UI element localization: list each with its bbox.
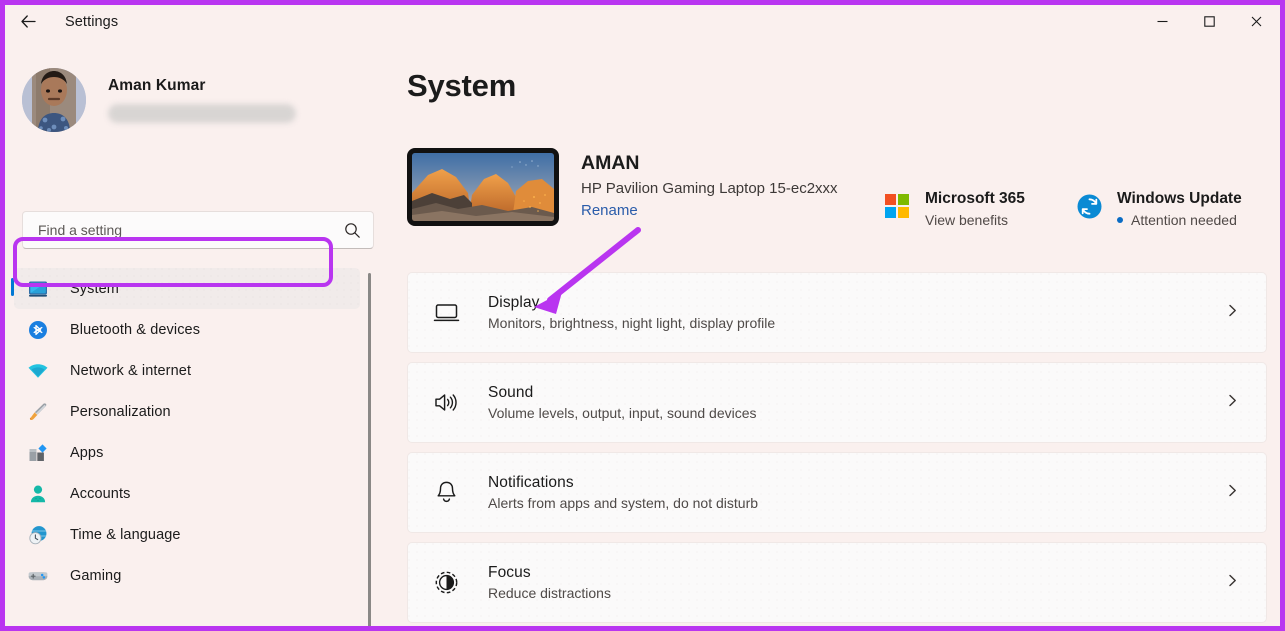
microsoft-365-widget[interactable]: Microsoft 365 View benefits [883,190,1025,228]
sidebar-item-apps[interactable]: Apps [14,432,360,473]
card-title: Notifications [488,474,574,491]
card-subtitle: Alerts from apps and system, do not dist… [488,495,759,511]
speaker-icon [431,388,461,418]
device-info: AMAN HP Pavilion Gaming Laptop 15-ec2xxx… [581,148,838,220]
windows-update-widget[interactable]: Windows Update Attention needed [1075,190,1242,228]
chevron-right-icon[interactable] [1225,573,1240,593]
minimize-icon [1157,20,1168,23]
sidebar-item-label: Personalization [70,403,171,420]
back-button[interactable] [5,5,51,38]
widget-subtitle-row: Attention needed [1117,212,1242,228]
widget-subtitle: Attention needed [1131,212,1237,228]
rename-link[interactable]: Rename [581,202,638,219]
search-icon[interactable] [344,222,361,239]
card-subtitle: Monitors, brightness, night light, displ… [488,315,776,331]
sync-refresh-icon [1075,192,1103,220]
page-title: System [407,68,517,103]
card-text: Sound Volume levels, output, input, soun… [488,384,757,421]
profile-email-redacted [108,104,296,123]
sidebar-item-label: Apps [70,444,104,461]
widget-title: Windows Update [1117,190,1242,207]
settings-card-display[interactable]: Display Monitors, brightness, night ligh… [407,272,1267,353]
avatar-photo-icon [22,68,86,132]
main-content: System AMAN HP Pavilion Gaming Laptop 15… [380,38,1280,626]
sidebar-item-personalization[interactable]: Personalization [14,391,360,432]
card-text: Notifications Alerts from apps and syste… [488,474,758,511]
sidebar-item-label: System [70,280,119,297]
bell-icon [431,478,461,508]
paintbrush-icon [26,400,50,424]
bluetooth-icon [26,318,50,342]
user-profile[interactable]: Aman Kumar [22,68,296,132]
windows-update-text: Windows Update Attention needed [1117,190,1242,228]
card-title: Focus [488,564,531,581]
close-button[interactable] [1233,5,1280,38]
device-model: HP Pavilion Gaming Laptop 15-ec2xxx [581,180,838,197]
focus-moon-icon [431,568,461,598]
device-name: AMAN [581,152,640,174]
back-arrow-icon [20,15,36,28]
avatar [22,68,86,132]
sidebar: Aman Kumar Syst [5,38,380,626]
person-icon [26,482,50,506]
search-box[interactable] [22,211,374,249]
title-bar: Settings [5,5,1280,38]
maximize-icon [1204,16,1215,27]
chevron-right-icon[interactable] [1225,303,1240,323]
wifi-icon [26,359,50,383]
gamepad-icon [26,564,50,588]
card-title: Sound [488,384,534,401]
sidebar-item-network-internet[interactable]: Network & internet [14,350,360,391]
settings-card-focus[interactable]: Focus Reduce distractions [407,542,1267,623]
sidebar-item-gaming[interactable]: Gaming [14,555,360,596]
sidebar-item-label: Accounts [70,485,131,502]
settings-card-sound[interactable]: Sound Volume levels, output, input, soun… [407,362,1267,443]
sidebar-scrollbar[interactable] [368,273,371,626]
search-input[interactable] [38,222,344,238]
apps-icon [26,441,50,465]
clock-globe-icon [26,523,50,547]
sidebar-item-label: Network & internet [70,362,192,379]
microsoft-logo-icon [883,192,911,220]
settings-window: Settings Aman Kumar Find a setting Syste… [5,5,1280,626]
attention-dot-icon [1117,217,1123,223]
sidebar-item-time-language[interactable]: Time & language [14,514,360,555]
system-monitor-icon [26,277,50,301]
settings-card-list: Display Monitors, brightness, night ligh… [407,272,1267,626]
profile-text: Aman Kumar [108,77,296,123]
microsoft-365-text: Microsoft 365 View benefits [925,190,1025,228]
sidebar-item-label: Gaming [70,567,122,584]
card-title: Display [488,294,540,311]
window-controls [1139,5,1280,38]
settings-card-notifications[interactable]: Notifications Alerts from apps and syste… [407,452,1267,533]
card-subtitle: Reduce distractions [488,585,611,601]
widget-subtitle: View benefits [925,212,1009,228]
card-subtitle: Volume levels, output, input, sound devi… [488,405,757,421]
widget-title: Microsoft 365 [925,190,1025,207]
profile-name: Aman Kumar [108,77,206,94]
sidebar-item-accounts[interactable]: Accounts [14,473,360,514]
device-thumbnail [407,148,559,226]
maximize-button[interactable] [1186,5,1233,38]
desktop-wallpaper-icon [412,153,554,221]
app-title: Settings [65,13,119,30]
chevron-right-icon[interactable] [1225,483,1240,503]
chevron-right-icon[interactable] [1225,393,1240,413]
sidebar-item-label: Time & language [70,526,181,543]
card-text: Display Monitors, brightness, night ligh… [488,294,775,331]
sidebar-item-bluetooth-devices[interactable]: Bluetooth & devices [14,309,360,350]
sidebar-item-system[interactable]: System [11,268,360,309]
navigation-list: System Bluetooth & devices Network & int… [5,268,380,626]
card-text: Focus Reduce distractions [488,564,611,601]
monitor-icon [431,298,461,328]
close-icon [1251,16,1262,27]
minimize-button[interactable] [1139,5,1186,38]
sidebar-item-label: Bluetooth & devices [70,321,201,338]
